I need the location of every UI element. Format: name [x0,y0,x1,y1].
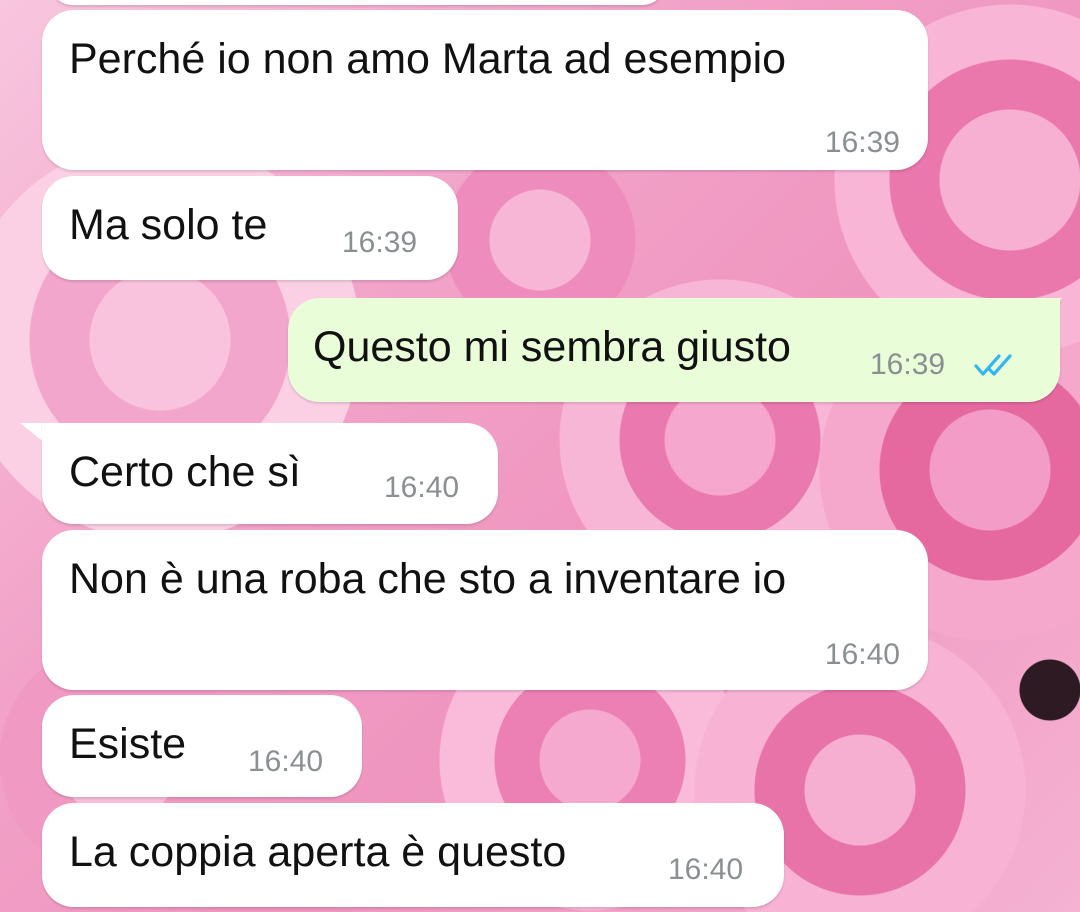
double-check-icon [974,352,1018,378]
message-bubble-incoming[interactable]: Certo che sì 16:40 [42,423,498,524]
message-text: Non è una roba che sto a inventare io [69,555,787,603]
message-timestamp: 16:40 [668,853,744,886]
message-bubble-incoming[interactable]: Non è una roba che sto a inventare io 16… [42,530,928,690]
message-timestamp: 16:40 [248,745,324,778]
message-timestamp: 16:39 [342,226,418,259]
message-text: Ma solo te [69,201,268,249]
message-bubble-incoming[interactable]: La coppia aperta è questo 16:40 [42,803,784,907]
message-bubble-outgoing[interactable]: Questo mi sembra giusto 16:39 [288,298,1060,402]
message-timestamp: 16:40 [384,471,460,504]
message-bubble-incoming[interactable]: Perché io non amo Marta ad esempio 16:39 [42,10,928,170]
message-text: Questo mi sembra giusto [313,323,791,371]
message-text: Perché io non amo Marta ad esempio [69,35,787,83]
message-text: Esiste [69,720,187,768]
message-timestamp: 16:39 [870,348,946,381]
message-bubble-incoming[interactable]: Esiste 16:40 [42,695,362,797]
message-text: Certo che sì [69,448,301,496]
message-timestamp: 16:40 [824,638,900,671]
message-timestamp: 16:39 [824,126,900,159]
message-text: La coppia aperta è questo [69,828,567,876]
message-bubble-incoming[interactable]: Ma solo te 16:39 [42,176,458,280]
previous-message-bubble[interactable] [50,0,665,5]
